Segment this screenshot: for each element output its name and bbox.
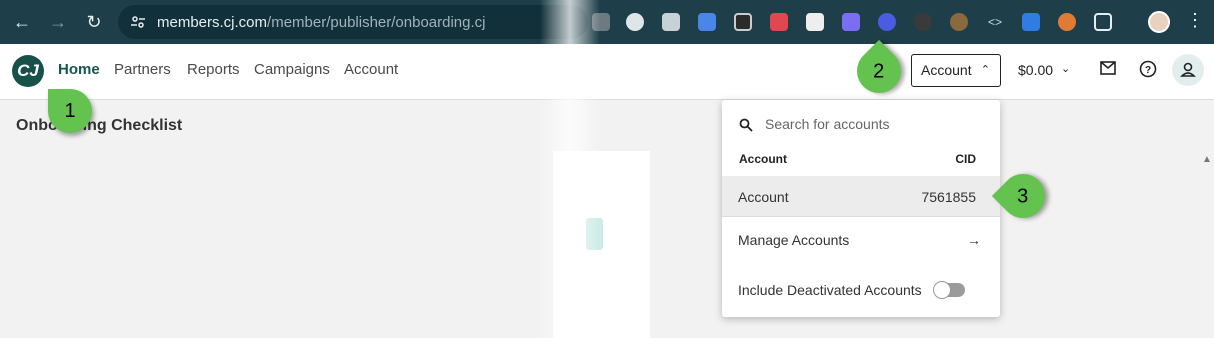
account-row-cid: 7561855 xyxy=(921,189,976,205)
step-number: 3 xyxy=(1017,185,1029,207)
account-switcher-label: Account xyxy=(921,62,972,78)
page-title: Onboarding Checklist xyxy=(16,117,183,134)
user-icon xyxy=(1180,62,1196,77)
include-deactivated-label: Include Deactivated Accounts xyxy=(738,282,922,298)
step-number: 1 xyxy=(64,100,76,122)
chevron-up-icon: ⌃ xyxy=(980,64,990,76)
bookmark-ext-icon[interactable] xyxy=(592,13,610,31)
cj-logo[interactable]: CJ xyxy=(12,55,44,87)
address-bar[interactable]: members.cj.com/member/publisher/onboardi… xyxy=(118,5,588,39)
progress-chip xyxy=(586,218,603,250)
pinwheel-ext-icon[interactable] xyxy=(626,13,644,31)
arrow-right-icon[interactable]: → xyxy=(967,232,981,248)
nav-partners[interactable]: Partners xyxy=(114,61,171,78)
site-settings-icon[interactable] xyxy=(130,14,146,30)
browser-menu-icon[interactable]: ⋮ xyxy=(1186,10,1204,31)
user-menu-button[interactable] xyxy=(1172,54,1204,86)
balance-value[interactable]: $0.00 xyxy=(1018,62,1053,78)
step-callout-3: 3 xyxy=(991,164,1055,228)
code-ext-icon[interactable]: <> xyxy=(986,13,1004,31)
account-search xyxy=(722,113,1000,135)
fire-ext-icon[interactable] xyxy=(914,13,932,31)
reload-icon[interactable]: ↻ xyxy=(82,10,106,34)
account-search-input[interactable] xyxy=(765,113,985,135)
translate-ext-icon[interactable] xyxy=(698,13,716,31)
cid-column-header: CID xyxy=(955,152,976,166)
tag-ext-icon[interactable] xyxy=(1022,13,1040,31)
cookie-ext-icon[interactable] xyxy=(1058,13,1076,31)
step-number: 2 xyxy=(873,60,885,82)
app-header: CJ Home Partners Reports Campaigns Accou… xyxy=(0,44,1214,100)
svg-text:?: ? xyxy=(1145,65,1151,76)
gear-ext-icon[interactable] xyxy=(842,13,860,31)
nav-account[interactable]: Account xyxy=(344,61,398,78)
glasses-ext-icon[interactable] xyxy=(878,13,896,31)
manage-accounts-link[interactable]: Manage Accounts xyxy=(738,232,849,248)
url-host: members.cj.com xyxy=(157,14,268,31)
include-deactivated-toggle[interactable] xyxy=(933,281,965,299)
browser-toolbar: ← → ↻ members.cj.com/member/publisher/on… xyxy=(0,0,1214,44)
step-callout-1: 1 xyxy=(48,89,92,133)
search-icon xyxy=(739,118,753,132)
account-column-header: Account xyxy=(739,152,787,166)
pen-ext-icon[interactable] xyxy=(806,13,824,31)
profile-avatar[interactable] xyxy=(1148,11,1170,33)
divider xyxy=(722,216,1000,217)
red-ext-icon[interactable] xyxy=(770,13,788,31)
url-text: members.cj.com/member/publisher/onboardi… xyxy=(157,14,485,31)
extensions-strip: <> xyxy=(588,0,1214,44)
forward-icon[interactable]: → xyxy=(46,10,70,34)
toggle-knob xyxy=(933,281,951,299)
account-row-name: Account xyxy=(738,189,789,205)
help-icon[interactable]: ? xyxy=(1137,60,1159,82)
account-switcher-button[interactable]: Account ⌃ xyxy=(911,54,1001,87)
back-icon[interactable]: ← xyxy=(10,10,34,34)
chevron-down-icon[interactable]: ⌄ xyxy=(1061,62,1070,75)
text-ext-icon[interactable] xyxy=(662,13,680,31)
nav-reports[interactable]: Reports xyxy=(187,61,240,78)
scroll-up-icon[interactable]: ▲ xyxy=(1202,154,1212,165)
face-ext-icon[interactable] xyxy=(950,13,968,31)
account-dropdown: Account CID Account 7561855 Manage Accou… xyxy=(722,100,1000,317)
extensions-puzzle-icon[interactable] xyxy=(1094,13,1112,31)
mail-icon[interactable] xyxy=(1097,60,1119,82)
url-path: /member/publisher/onboarding.cj xyxy=(267,14,486,31)
account-row[interactable]: Account 7561855 xyxy=(722,176,1000,216)
nav-campaigns[interactable]: Campaigns xyxy=(254,61,330,78)
nav-home[interactable]: Home xyxy=(58,61,100,78)
layers-ext-icon[interactable] xyxy=(734,13,752,31)
